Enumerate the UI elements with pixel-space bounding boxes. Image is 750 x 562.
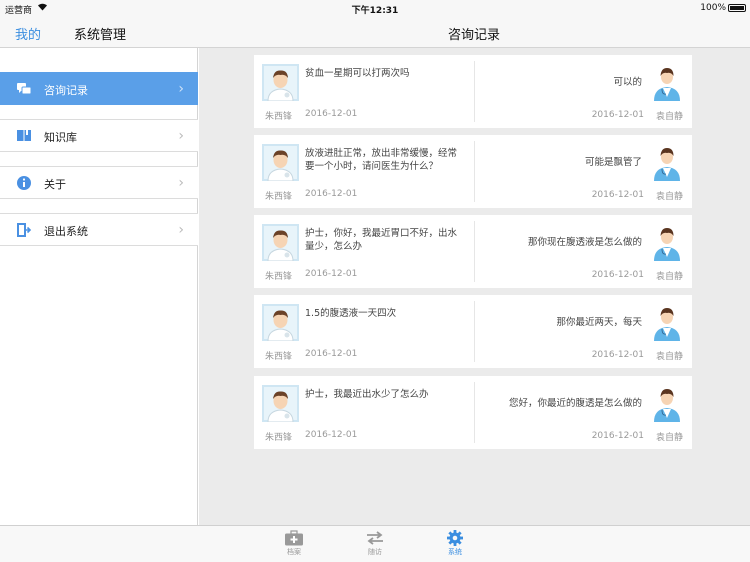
patient-name: 朱西锋 (265, 352, 293, 362)
medical-kit-icon (274, 530, 314, 546)
page-title: 咨询记录 (447, 28, 500, 43)
answer-text: 可能是飘管了 (584, 157, 642, 168)
answer-text: 那你现在腹透液是怎么做的 (527, 237, 642, 248)
tab-system[interactable]: 系统 (435, 528, 475, 561)
battery-percent: 100% (700, 3, 726, 13)
answer-date: 2016-12-01 (591, 190, 644, 200)
patient-avatar (262, 385, 299, 423)
tab-label: 档案 (287, 548, 301, 556)
question-date: 2016-12-01 (305, 109, 358, 119)
answer-text: 可以的 (613, 77, 642, 88)
patient-avatar (262, 304, 299, 342)
answer-date: 2016-12-01 (591, 270, 644, 280)
question-text: 1.5的腹透液一天四次 (305, 308, 397, 319)
answer-date: 2016-12-01 (591, 350, 644, 360)
nurse-name: 袁自静 (655, 112, 683, 122)
nurse-name: 袁自静 (655, 433, 683, 443)
card-divider (474, 141, 475, 202)
sidebar-item-knowledge[interactable]: 知识库 › (0, 119, 198, 152)
patient-avatar (262, 224, 299, 262)
question-text: 护士，我最近出水少了怎么办 (305, 389, 429, 400)
tab-label: 系统 (448, 548, 462, 556)
card-divider (474, 301, 475, 362)
answer-date: 2016-12-01 (591, 431, 644, 441)
consultation-card[interactable]: 贫血一星期可以打两次吗 朱西锋 2016-12-01 可以的 2016-12-0… (254, 55, 692, 128)
navigation-bar: 我的 系统管理 咨询记录 (0, 16, 750, 48)
sidebar-item-label: 退出系统 (44, 225, 88, 238)
chevron-right-icon: › (178, 81, 184, 97)
swap-arrows-icon (355, 530, 395, 546)
patient-name: 朱西锋 (265, 112, 293, 122)
nurse-name: 袁自静 (655, 192, 683, 202)
consultation-card[interactable]: 护士，我最近出水少了怎么办 朱西锋 2016-12-01 您好，你最近的腹透是怎… (254, 376, 692, 449)
tab-bar: 档案 随访 系统 (0, 525, 750, 562)
status-bar: 运营商 下午12:31 100% (0, 0, 750, 16)
tab-label: 随访 (368, 548, 382, 556)
consultation-card[interactable]: 护士，你好，我最近胃口不好，出水量少，怎么办 朱西锋 2016-12-01 那你… (254, 215, 692, 288)
book-icon (16, 128, 32, 144)
nurse-avatar (652, 64, 682, 101)
nurse-avatar (652, 304, 682, 341)
info-icon (16, 175, 32, 191)
consultation-card[interactable]: 放液进肚正常，放出非常缓慢，经常要一个小时，请问医生为什么？ 朱西锋 2016-… (254, 135, 692, 208)
sidebar: 咨询记录 › 知识库 › 关于 › 退出系统 › (0, 48, 198, 525)
question-date: 2016-12-01 (305, 189, 358, 199)
sidebar-item-about[interactable]: 关于 › (0, 166, 198, 199)
nurse-avatar (652, 385, 682, 422)
question-text: 护士，你好，我最近胃口不好，出水量少，怎么办 (305, 228, 458, 252)
answer-text: 您好，你最近的腹透是怎么做的 (508, 398, 642, 409)
nurse-avatar (652, 224, 682, 261)
card-divider (474, 221, 475, 282)
patient-avatar (262, 64, 299, 102)
gear-icon (435, 530, 475, 546)
sidebar-item-logout[interactable]: 退出系统 › (0, 213, 198, 246)
consultation-card[interactable]: 1.5的腹透液一天四次 朱西锋 2016-12-01 那你最近两天，每天 201… (254, 295, 692, 368)
back-button[interactable]: 我的 (15, 24, 41, 43)
nurse-name: 袁自静 (655, 352, 683, 362)
logout-icon (16, 222, 32, 238)
card-divider (474, 61, 475, 122)
nurse-name: 袁自静 (655, 272, 683, 282)
patient-avatar (262, 144, 299, 182)
battery-icon (728, 4, 746, 12)
patient-name: 朱西锋 (265, 272, 293, 282)
question-date: 2016-12-01 (305, 430, 358, 440)
question-date: 2016-12-01 (305, 349, 358, 359)
chevron-right-icon: › (178, 222, 184, 238)
question-date: 2016-12-01 (305, 269, 358, 279)
sidebar-item-label: 关于 (44, 178, 66, 191)
patient-name: 朱西锋 (265, 192, 293, 202)
question-text: 贫血一星期可以打两次吗 (305, 68, 410, 79)
card-divider (474, 382, 475, 443)
question-text: 放液进肚正常，放出非常缓慢，经常要一个小时，请问医生为什么？ (305, 148, 458, 172)
answer-date: 2016-12-01 (591, 110, 644, 120)
consultation-list: 贫血一星期可以打两次吗 朱西锋 2016-12-01 可以的 2016-12-0… (199, 48, 750, 525)
patient-name: 朱西锋 (265, 433, 293, 443)
answer-text: 那你最近两天，每天 (556, 317, 642, 328)
chevron-right-icon: › (178, 175, 184, 191)
sidebar-item-label: 咨询记录 (44, 84, 88, 97)
sidebar-title: 系统管理 (74, 28, 127, 43)
tab-records[interactable]: 档案 (274, 528, 314, 561)
chevron-right-icon: › (178, 128, 184, 144)
tab-followup[interactable]: 随访 (355, 528, 395, 561)
sidebar-item-consultation[interactable]: 咨询记录 › (0, 72, 198, 105)
sidebar-item-label: 知识库 (44, 131, 77, 144)
nurse-avatar (652, 144, 682, 181)
chat-bubbles-icon (16, 81, 32, 97)
status-time: 下午12:31 (351, 6, 399, 16)
